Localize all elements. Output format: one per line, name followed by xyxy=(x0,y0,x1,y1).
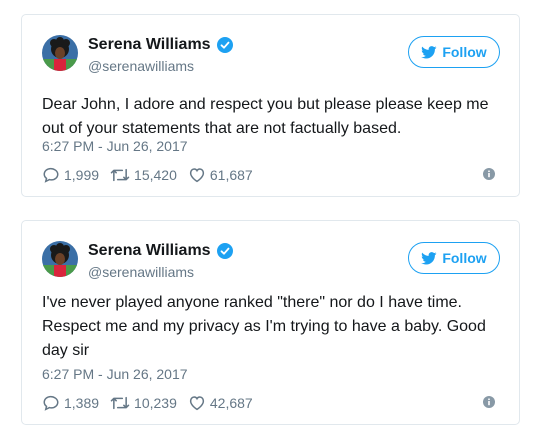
author-name-text: Serena Williams xyxy=(88,36,211,53)
twitter-bird-icon xyxy=(421,45,437,58)
author-handle[interactable]: @serenawilliams xyxy=(88,264,194,280)
tweet-actions: 1,389 10,239 42,687 xyxy=(42,393,499,413)
retweet-action[interactable]: 15,420 xyxy=(110,166,177,184)
follow-button-label: Follow xyxy=(442,250,487,266)
tweet-timestamp[interactable]: 6:27 PM - Jun 26, 2017 xyxy=(42,366,188,382)
like-action[interactable]: 42,687 xyxy=(188,394,253,412)
tweet-text-line: I've never played anyone ranked "there" … xyxy=(42,294,462,311)
reply-action[interactable]: 1,999 xyxy=(42,166,99,184)
tweet-card: Serena Williams @serenawilliams Follow D… xyxy=(21,14,520,197)
twitter-bird-icon xyxy=(421,251,437,264)
reply-action[interactable]: 1,389 xyxy=(42,394,99,412)
like-action[interactable]: 61,687 xyxy=(188,166,253,184)
tweet-text-line: day sir xyxy=(42,342,90,359)
heart-icon xyxy=(189,168,205,183)
follow-button[interactable]: Follow xyxy=(408,242,500,274)
info-icon[interactable] xyxy=(483,168,495,180)
heart-icon xyxy=(189,396,205,411)
info-icon[interactable] xyxy=(483,396,495,408)
reply-count: 1,389 xyxy=(64,395,100,411)
verified-badge-icon xyxy=(216,243,233,259)
tweet-text-line: Dear John, I adore and respect you but p… xyxy=(42,96,489,113)
author-handle[interactable]: @serenawilliams xyxy=(88,58,194,74)
verified-badge-icon xyxy=(216,37,233,53)
retweet-icon xyxy=(110,396,130,410)
retweet-count: 10,239 xyxy=(134,395,177,411)
reply-icon xyxy=(43,395,59,411)
author-name[interactable]: Serena Williams xyxy=(88,36,233,54)
follow-button[interactable]: Follow xyxy=(408,36,500,68)
tweet-timestamp[interactable]: 6:27 PM - Jun 26, 2017 xyxy=(42,138,188,154)
tweet-text-line: Respect me and my privacy as I'm trying … xyxy=(42,318,486,335)
avatar[interactable] xyxy=(42,35,78,71)
avatar-image xyxy=(42,35,78,71)
retweet-icon xyxy=(110,168,130,182)
tweet-card: Serena Williams @serenawilliams Follow I… xyxy=(21,220,520,425)
follow-button-label: Follow xyxy=(442,44,487,60)
author-name-text: Serena Williams xyxy=(88,242,211,259)
tweet-text: I've never played anyone ranked "there" … xyxy=(42,291,501,363)
tweet-actions: 1,999 15,420 61,687 xyxy=(42,165,499,185)
reply-count: 1,999 xyxy=(64,167,100,183)
retweet-count: 15,420 xyxy=(134,167,177,183)
avatar[interactable] xyxy=(42,241,78,277)
reply-icon xyxy=(43,167,59,183)
author-name[interactable]: Serena Williams xyxy=(88,242,233,260)
like-count: 42,687 xyxy=(209,395,253,411)
tweet-text: Dear John, I adore and respect you but p… xyxy=(42,93,501,141)
retweet-action[interactable]: 10,239 xyxy=(110,394,177,412)
like-count: 61,687 xyxy=(209,167,253,183)
avatar-image xyxy=(42,241,78,277)
